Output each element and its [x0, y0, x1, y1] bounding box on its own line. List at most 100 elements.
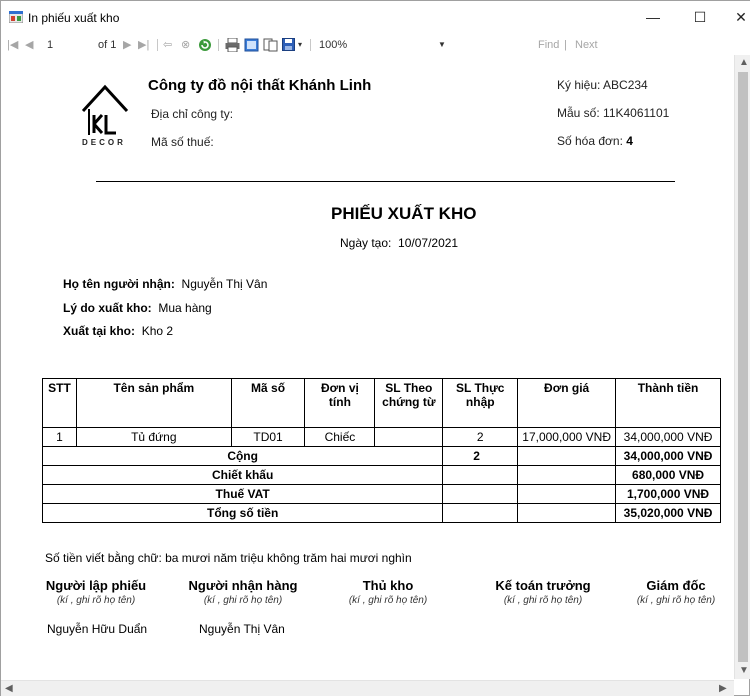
find-next-link[interactable]: Next	[575, 38, 598, 52]
total-row: Cộng 2 34,000,000 VNĐ	[41, 446, 721, 466]
vat-empty-cell	[517, 484, 617, 504]
column-header: Tên sản phẩm	[75, 378, 232, 428]
invoice-form-label: Mẫu số:	[557, 106, 600, 120]
signature-block-storekeeper: Thủ kho (kí , ghi rõ họ tên)	[329, 578, 447, 606]
signature-hint: (kí , ghi rõ họ tên)	[348, 595, 428, 606]
amount-in-words: Số tiền viết bằng chữ: ba mươi năm triệu…	[45, 551, 412, 565]
scroll-left-icon[interactable]: ◀	[5, 683, 13, 694]
company-tax-label: Mã số thuế:	[151, 135, 214, 149]
invoice-number-label: Số hóa đơn:	[557, 134, 623, 148]
export-dropdown-icon[interactable]: ▾	[298, 38, 302, 52]
table-row: 1 Tủ đứng TD01 Chiếc 2 17,000,000 VNĐ 34…	[42, 427, 721, 447]
recipient-name-value: Nguyễn Thị Vân	[181, 277, 268, 291]
cell-unit-price: 17,000,000 VNĐ	[517, 427, 617, 447]
cell-code: TD01	[230, 427, 306, 447]
warehouse-value: Kho 2	[141, 324, 174, 338]
warehouse-label: Xuất tại kho:	[63, 324, 136, 338]
vertical-scrollbar[interactable]: ▲ ▼	[734, 55, 750, 679]
refresh-icon[interactable]	[198, 38, 212, 52]
signer-name-receiver: Nguyễn Thị Vân	[199, 622, 285, 636]
warehouse: Xuất tại kho: Kho 2	[63, 324, 173, 338]
discount-row: Chiết khấu 680,000 VNĐ	[41, 465, 721, 485]
grand-total-amount: 35,020,000 VNĐ	[615, 503, 721, 523]
invoice-symbol-value: ABC234	[603, 78, 648, 92]
print-icon[interactable]	[225, 38, 240, 52]
signature-block-creator: Người lập phiếu (kí , ghi rõ họ tên)	[37, 578, 155, 606]
column-header: SL Theo chứng từ	[374, 378, 444, 428]
recipient-name: Họ tên người nhận: Nguyễn Thị Vân	[63, 277, 267, 291]
cell-doc-qty	[374, 427, 444, 447]
company-name: Công ty đồ nội thất Khánh Linh	[148, 77, 372, 94]
export-reason: Lý do xuất kho: Mua hàng	[63, 301, 212, 315]
cell-line-total: 34,000,000 VNĐ	[615, 427, 721, 447]
logo-wordmark: DECOR	[82, 138, 126, 147]
cell-product-name: Tủ đứng	[75, 427, 232, 447]
stop-icon[interactable]: ⊗	[181, 38, 190, 52]
signature-role: Người lập phiếu	[45, 578, 147, 593]
invoice-number-value: 4	[626, 134, 633, 148]
title-bar: In phiếu xuất kho — ☐ ✕	[1, 1, 750, 35]
created-date-label: Ngày tạo:	[340, 236, 392, 250]
total-empty-cell	[517, 446, 617, 466]
previous-page-icon[interactable]: ◀	[25, 38, 33, 52]
discount-empty-cell	[442, 465, 519, 485]
signature-hint: (kí , ghi rõ họ tên)	[56, 595, 136, 606]
grand-total-empty-cell	[442, 503, 519, 523]
total-amount: 34,000,000 VNĐ	[615, 446, 721, 466]
total-qty: 2	[442, 446, 519, 466]
discount-label: Chiết khấu	[41, 465, 444, 485]
discount-empty-cell	[517, 465, 617, 485]
column-header: Mã số	[230, 378, 306, 428]
current-page-input[interactable]: 1	[47, 38, 53, 52]
vertical-scroll-thumb[interactable]	[738, 72, 748, 662]
maximize-button[interactable]: ☐	[685, 7, 715, 27]
column-header: Đơn vị tính	[304, 378, 376, 428]
scroll-down-icon[interactable]: ▼	[739, 665, 749, 676]
app-icon	[9, 11, 23, 23]
grand-total-label: Tổng số tiền	[41, 503, 444, 523]
report-viewer-window: In phiếu xuất kho — ☐ ✕ |◀ ◀ 1 of 1 ▶ ▶|…	[0, 0, 750, 696]
signature-block-director: Giám đốc (kí , ghi rõ họ tên)	[622, 578, 730, 606]
invoice-symbol-label: Ký hiệu:	[557, 78, 601, 92]
recipient-name-label: Họ tên người nhận:	[63, 277, 175, 291]
signature-block-accountant: Kế toán trưởng (kí , ghi rõ họ tên)	[483, 578, 603, 606]
signature-role: Thủ kho	[362, 578, 414, 593]
signature-role: Người nhận hàng	[188, 578, 298, 593]
find-separator: |	[564, 39, 567, 51]
invoice-number: Số hóa đơn: 4	[557, 134, 633, 148]
page-setup-icon[interactable]	[263, 38, 278, 52]
minimize-button[interactable]: —	[638, 7, 668, 27]
last-page-icon[interactable]: ▶|	[138, 38, 149, 52]
vat-label: Thuế VAT	[41, 484, 444, 504]
invoice-form: Mẫu số: 11K4061101	[557, 106, 669, 120]
vat-empty-cell	[442, 484, 519, 504]
scroll-up-icon[interactable]: ▲	[739, 57, 749, 68]
export-icon[interactable]	[282, 38, 297, 52]
signer-name-creator: Nguyễn Hữu Duẩn	[47, 622, 148, 636]
find-link[interactable]: Find	[538, 38, 559, 52]
back-icon[interactable]: ⇦	[163, 38, 172, 52]
next-page-icon[interactable]: ▶	[123, 38, 131, 52]
toolbar-separator	[310, 39, 311, 51]
page-count: of 1	[98, 39, 117, 51]
column-header: STT	[42, 378, 77, 428]
print-layout-icon[interactable]	[244, 38, 259, 52]
export-reason-label: Lý do xuất kho:	[63, 301, 152, 315]
vat-amount: 1,700,000 VNĐ	[615, 484, 721, 504]
first-page-icon[interactable]: |◀	[7, 38, 18, 52]
vat-row: Thuế VAT 1,700,000 VNĐ	[41, 484, 721, 504]
signature-role: Kế toán trưởng	[495, 578, 591, 593]
invoice-symbol: Ký hiệu: ABC234	[557, 78, 648, 92]
zoom-select[interactable]: 100%	[319, 38, 347, 52]
report-toolbar: |◀ ◀ 1 of 1 ▶ ▶| ⇦ ⊗ ▾ 100% ▼ Find | Nex…	[1, 35, 750, 55]
signature-hint: (kí , ghi rõ họ tên)	[503, 595, 583, 606]
zoom-dropdown-icon[interactable]: ▼	[438, 38, 446, 52]
cell-unit: Chiếc	[304, 427, 376, 447]
discount-amount: 680,000 VNĐ	[615, 465, 721, 485]
window-title: In phiếu xuất kho	[28, 11, 120, 25]
horizontal-scrollbar[interactable]: ◀ ▶	[1, 680, 734, 696]
scroll-right-icon[interactable]: ▶	[719, 683, 727, 694]
signature-role: Giám đốc	[646, 578, 706, 593]
header-divider	[96, 181, 675, 182]
close-button[interactable]: ✕	[726, 7, 750, 27]
